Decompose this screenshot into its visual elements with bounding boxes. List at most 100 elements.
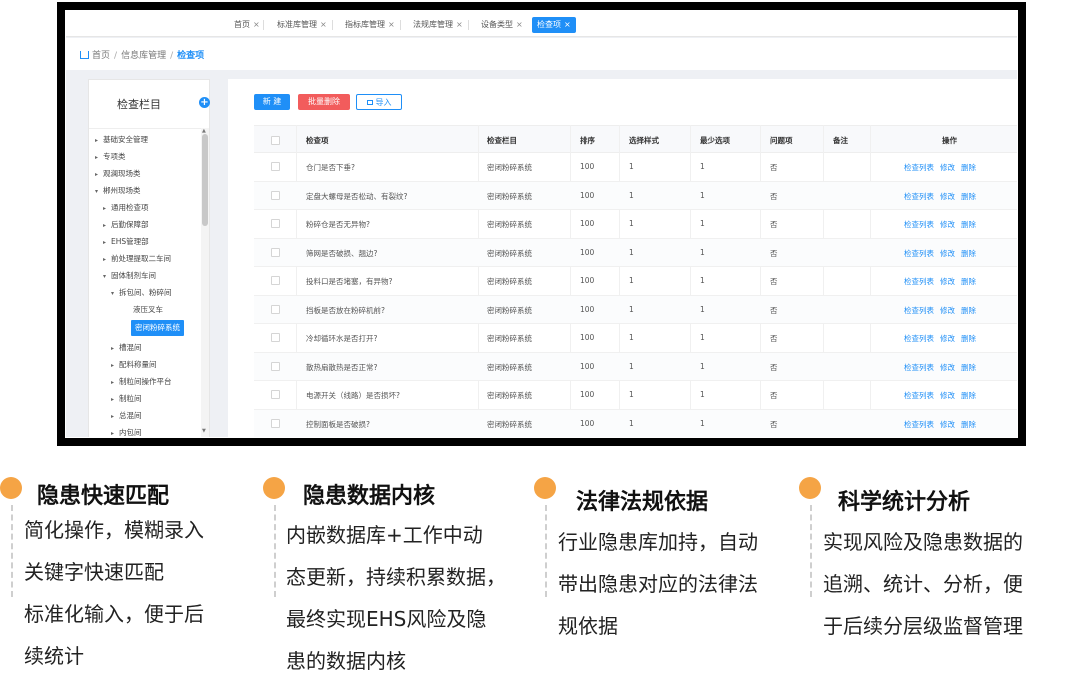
tab-check-item[interactable]: 检查项 × (532, 17, 576, 33)
tree-node[interactable]: ▸ 内包间 (111, 426, 142, 437)
caret-right-icon[interactable]: ▸ (111, 359, 119, 373)
column-header-check-item[interactable]: 检查项 (306, 135, 329, 146)
tree-node[interactable]: ▸ 基础安全管理 (95, 133, 148, 147)
close-icon[interactable]: × (564, 20, 571, 29)
row-checkbox[interactable] (271, 361, 280, 371)
row-checkbox[interactable] (271, 219, 280, 228)
caret-right-icon[interactable]: ▸ (103, 236, 111, 250)
delete-link[interactable]: 删除 (961, 420, 976, 429)
breadcrumb-home[interactable]: 首页 (92, 51, 110, 61)
caret-down-icon[interactable]: ▾ (111, 287, 119, 301)
tree-node[interactable]: ▾ 固体制剂车间 (103, 269, 156, 283)
delete-link[interactable]: 删除 (961, 334, 976, 343)
edit-link[interactable]: 修改 (940, 420, 955, 429)
column-header-category[interactable]: 检查栏目 (487, 135, 517, 146)
check-list-link[interactable]: 检查列表 (904, 391, 934, 400)
caret-right-icon[interactable]: ▸ (95, 168, 103, 182)
row-checkbox[interactable] (271, 247, 280, 257)
check-list-link[interactable]: 检查列表 (904, 334, 934, 343)
close-icon[interactable]: × (516, 20, 523, 29)
delete-link[interactable]: 删除 (961, 391, 976, 400)
check-list-link[interactable]: 检查列表 (904, 306, 934, 315)
batch-delete-button[interactable]: 批量删除 (298, 94, 350, 110)
caret-down-icon[interactable]: ▾ (103, 270, 111, 284)
tree-scrollbar[interactable]: ▲ ▼ (201, 128, 209, 437)
close-icon[interactable]: × (253, 20, 260, 29)
tree-node[interactable]: ▸ 总混间 (111, 409, 142, 423)
table-row[interactable]: 电源开关（线路）是否损坏? 密闭粉碎系统 100 1 1 否 检查列表 修改 删除 (254, 381, 1017, 410)
row-checkbox[interactable] (271, 162, 280, 171)
table-row[interactable]: 散热扇散热是否正常? 密闭粉碎系统 100 1 1 否 检查列表 修改 删除 (254, 352, 1017, 381)
edit-link[interactable]: 修改 (940, 192, 955, 201)
caret-right-icon[interactable]: ▸ (111, 427, 119, 437)
caret-right-icon[interactable]: ▸ (103, 202, 111, 216)
edit-link[interactable]: 修改 (940, 334, 955, 343)
tree-node[interactable]: ▸ 观澜现场类 (95, 167, 141, 181)
new-button[interactable]: 新 建 (254, 94, 290, 110)
edit-link[interactable]: 修改 (940, 277, 955, 286)
tab-home[interactable]: 首页 × (229, 17, 265, 33)
caret-right-icon[interactable]: ▸ (111, 342, 119, 356)
row-checkbox[interactable] (271, 333, 280, 342)
table-row[interactable]: 粉碎仓是否无异物? 密闭粉碎系统 100 1 1 否 检查列表 修改 删除 (254, 210, 1017, 239)
caret-right-icon[interactable]: ▸ (95, 151, 103, 165)
delete-link[interactable]: 删除 (961, 306, 976, 315)
tree-node[interactable]: ▸ EHS管理部 (103, 235, 149, 249)
delete-link[interactable]: 删除 (961, 363, 976, 372)
delete-link[interactable]: 删除 (961, 220, 976, 229)
check-list-link[interactable]: 检查列表 (904, 163, 934, 172)
caret-down-icon[interactable]: ▾ (95, 185, 103, 199)
tree-node[interactable]: ▸ 槽混间 (111, 341, 142, 355)
column-header-sort[interactable]: 排序 (580, 135, 595, 146)
column-header-select-style[interactable]: 选择样式 (629, 135, 659, 146)
table-row[interactable]: 定盘大螺母是否松动、有裂纹? 密闭粉碎系统 100 1 1 否 检查列表 修改 删除 (254, 181, 1017, 210)
check-list-link[interactable]: 检查列表 (904, 220, 934, 229)
edit-link[interactable]: 修改 (940, 306, 955, 315)
tree-node[interactable]: ▸ 配料称量间 (111, 358, 157, 372)
table-row[interactable]: 仓门是否下垂? 密闭粉碎系统 100 1 1 否 检查列表 修改 删除 (254, 153, 1017, 182)
tree-node[interactable]: ▸ 制粒间 (111, 392, 142, 406)
tab-standard-library[interactable]: 标准库管理 × (272, 17, 332, 33)
table-row[interactable]: 控制面板是否破损? 密闭粉碎系统 100 1 1 否 检查列表 修改 删除 (254, 409, 1017, 437)
row-checkbox[interactable] (271, 276, 280, 285)
tree-node[interactable]: ▸ 后勤保障部 (103, 218, 149, 232)
column-header-note[interactable]: 备注 (833, 135, 848, 146)
close-icon[interactable]: × (320, 20, 327, 29)
tree-node[interactable]: ▸ 制粒间操作平台 (111, 375, 172, 389)
caret-right-icon[interactable]: ▸ (95, 134, 103, 148)
tree-node[interactable]: ▾ 拆包间、粉碎间 (111, 286, 172, 300)
tree-node[interactable]: ▸ 专项类 (95, 150, 126, 164)
check-list-link[interactable]: 检查列表 (904, 420, 934, 429)
row-checkbox[interactable] (271, 418, 280, 428)
edit-link[interactable]: 修改 (940, 163, 955, 172)
edit-link[interactable]: 修改 (940, 363, 955, 372)
scroll-thumb[interactable] (202, 134, 208, 226)
tree-node[interactable]: 液压叉车 (133, 303, 163, 317)
edit-link[interactable]: 修改 (940, 249, 955, 258)
edit-link[interactable]: 修改 (940, 391, 955, 400)
tree-node-selected[interactable]: 密闭粉碎系统 (131, 320, 184, 336)
check-list-link[interactable]: 检查列表 (904, 363, 934, 372)
tab-equipment-type[interactable]: 设备类型 × (476, 17, 528, 33)
row-checkbox[interactable] (271, 190, 280, 200)
table-row[interactable]: 投料口是否堵塞，有异物? 密闭粉碎系统 100 1 1 否 检查列表 修改 删除 (254, 267, 1017, 296)
row-checkbox[interactable] (271, 390, 280, 399)
edit-link[interactable]: 修改 (940, 220, 955, 229)
check-list-link[interactable]: 检查列表 (904, 192, 934, 201)
tree-node[interactable]: ▾ 郴州现场类 (95, 184, 141, 198)
breadcrumb-info-library[interactable]: 信息库管理 (121, 51, 166, 61)
check-list-link[interactable]: 检查列表 (904, 277, 934, 286)
tab-regulation-library[interactable]: 法规库管理 × (408, 17, 468, 33)
tab-indicator-library[interactable]: 指标库管理 × (340, 17, 400, 33)
select-all-checkbox[interactable] (271, 136, 280, 145)
column-header-min-options[interactable]: 最少选项 (700, 135, 730, 146)
delete-link[interactable]: 删除 (961, 277, 976, 286)
table-row[interactable]: 挡板是否放在粉碎机前? 密闭粉碎系统 100 1 1 否 检查列表 修改 删除 (254, 295, 1017, 324)
delete-link[interactable]: 删除 (961, 249, 976, 258)
table-row[interactable]: 筛网是否破损、翘边? 密闭粉碎系统 100 1 1 否 检查列表 修改 删除 (254, 238, 1017, 267)
scroll-down-icon[interactable]: ▼ (202, 428, 206, 434)
import-button[interactable]: 导入 (356, 94, 402, 110)
tree-node[interactable]: ▸ 通用检查项 (103, 201, 149, 215)
caret-right-icon[interactable]: ▸ (111, 393, 119, 407)
close-icon[interactable]: × (388, 20, 395, 29)
